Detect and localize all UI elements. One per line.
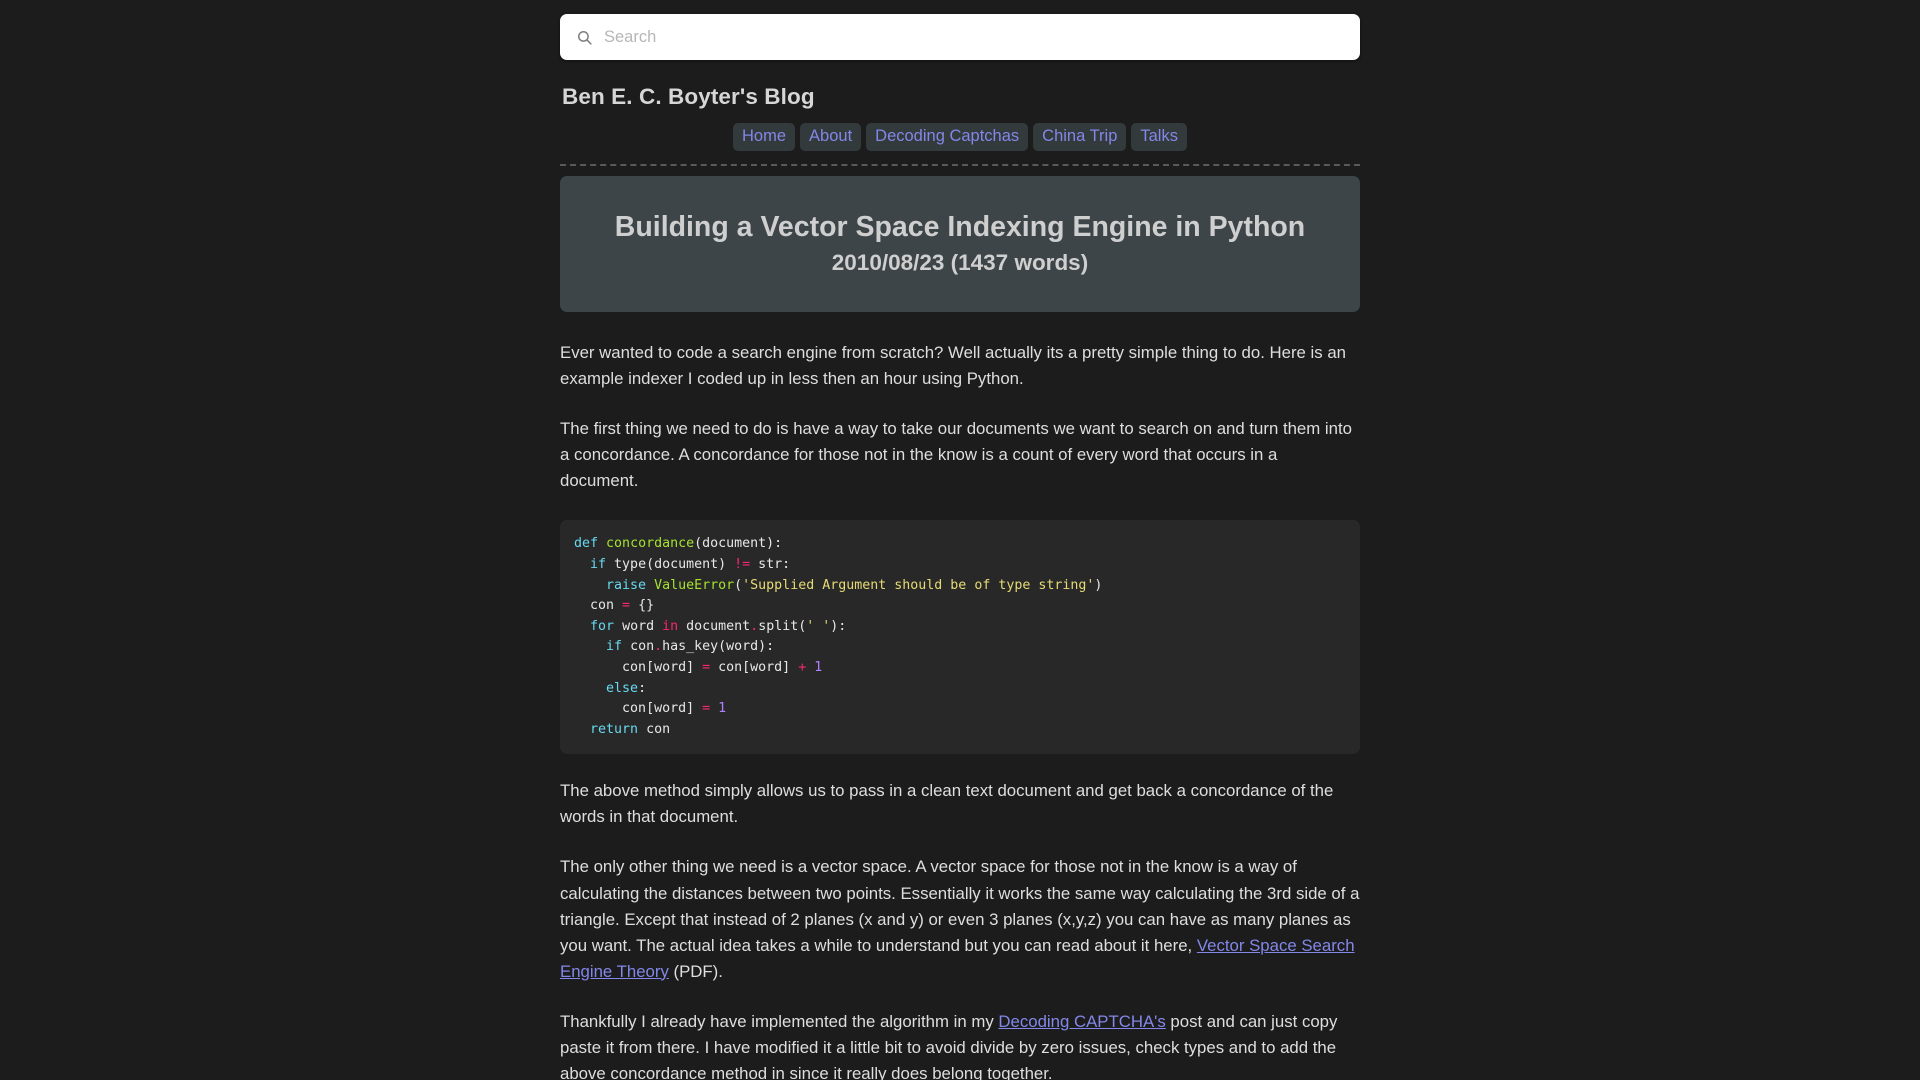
paragraph-5: Thankfully I already have implemented th… — [560, 1009, 1360, 1080]
code-block-concordance: def concordance(document): if type(docum… — [560, 520, 1360, 755]
post-header: Building a Vector Space Indexing Engine … — [560, 175, 1360, 313]
blog-page: Ben E. C. Boyter's Blog Home About Decod… — [0, 0, 1920, 1080]
nav-item-china-trip[interactable]: China Trip — [1033, 123, 1127, 151]
nav-item-decoding-captchas[interactable]: Decoding Captchas — [866, 123, 1029, 151]
paragraph-4-text-b: (PDF). — [668, 961, 723, 981]
page-container: Ben E. C. Boyter's Blog Home About Decod… — [560, 0, 1360, 1080]
post-title: Building a Vector Space Indexing Engine … — [614, 210, 1306, 243]
site-title: Ben E. C. Boyter's Blog — [562, 84, 815, 109]
paragraph-1: Ever wanted to code a search engine from… — [560, 343, 1346, 389]
post-meta: 2010/08/23 (1437 words) — [831, 250, 1089, 276]
code-content-1: def concordance(document): if type(docum… — [574, 536, 1103, 737]
paragraph-3: The above method simply allows us to pas… — [560, 781, 1334, 827]
paragraph-4: The only other thing we need is a vector… — [560, 854, 1360, 984]
nav-item-home[interactable]: Home — [733, 123, 796, 151]
nav-divider — [560, 163, 1360, 166]
nav-item-about[interactable]: About — [800, 123, 862, 151]
paragraph-5-text-a: Thankfully I already have implemented th… — [560, 1011, 999, 1031]
search-bar[interactable] — [560, 14, 1360, 60]
link-decoding-captchas-post[interactable]: Decoding CAPTCHA's — [998, 1012, 1165, 1031]
main-nav: Home About Decoding Captchas China Trip … — [560, 123, 1360, 151]
post-content: Ever wanted to code a search engine from… — [560, 312, 1360, 1080]
search-input[interactable] — [604, 14, 1360, 60]
nav-item-talks[interactable]: Talks — [1131, 123, 1187, 151]
search-icon — [578, 30, 592, 45]
paragraph-2: The first thing we need to do is have a … — [560, 419, 1352, 491]
